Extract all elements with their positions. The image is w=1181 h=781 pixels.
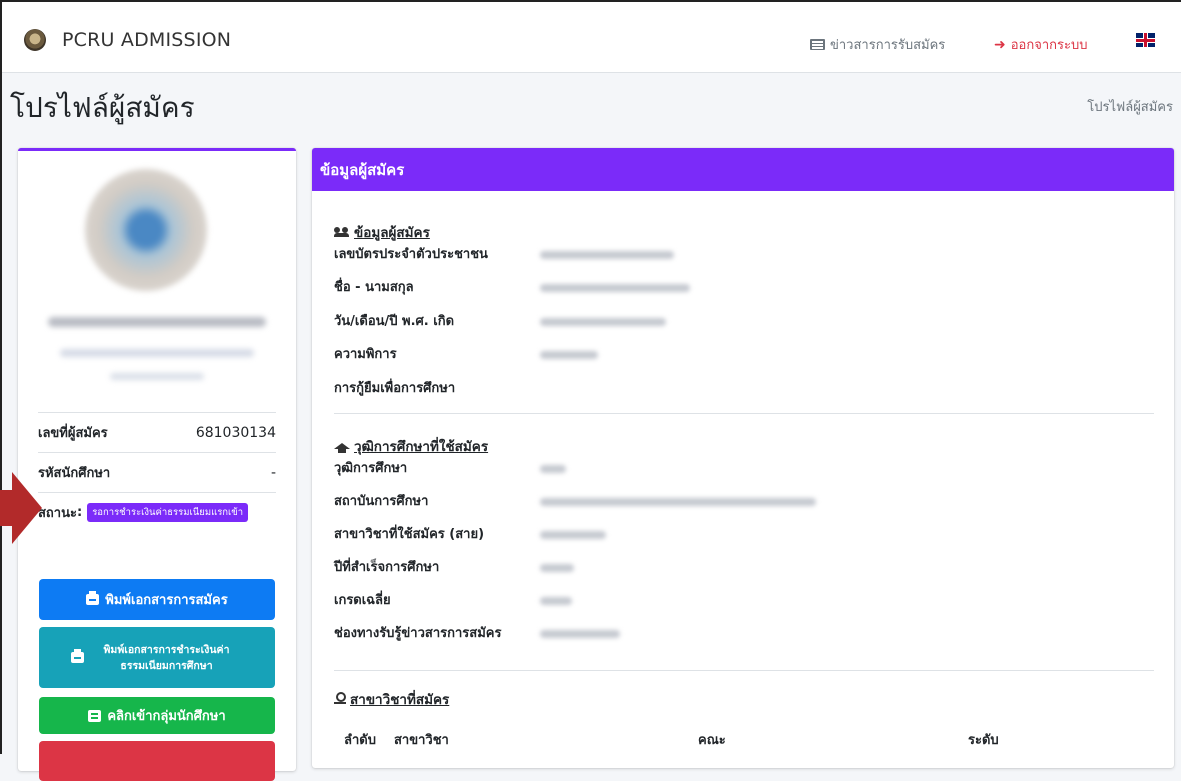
card-header: ข้อมูลผู้สมัคร (312, 148, 1174, 191)
field-label: ชื่อ - นามสกุล (334, 280, 414, 295)
status-label: สถานะ (38, 506, 77, 521)
blurred-value (540, 531, 606, 539)
field-label: ปีที่สำเร็จการศึกษา (334, 560, 440, 575)
join-student-group-label: คลิกเข้ากลุ่มนักศึกษา (107, 709, 226, 724)
print-application-label: พิมพ์เอกสารการสมัคร (105, 593, 228, 608)
newspaper-icon (810, 39, 825, 50)
column-header-major: สาขาวิชา (394, 733, 449, 748)
field-label: วัน/เดือน/ปี พ.ศ. เกิด (334, 314, 455, 329)
blurred-applicant-detail (60, 349, 254, 357)
status-badge: รอการชำระเงินค่าธรรมเนียมแรกเข้า (87, 503, 249, 522)
graduation-cap-icon (334, 443, 350, 453)
frame-border-left (0, 0, 2, 754)
printer-icon (86, 591, 100, 605)
join-student-group-button[interactable]: คลิกเข้ากลุ่มนักศึกษา (39, 697, 275, 734)
blurred-value (540, 351, 598, 359)
applicant-section-title: ข้อมูลผู้สมัคร (334, 221, 430, 243)
chat-icon (88, 709, 102, 722)
top-navbar: PCRU ADMISSION ข่าวสารการรับสมัคร ➜ ออกจ… (2, 2, 1181, 73)
applicant-number-row: เลขที่ผู้สมัคร 681030134 (38, 412, 276, 452)
education-section-title: วุฒิการศึกษาที่ใช้สมัคร (334, 435, 488, 457)
field-label: การกู้ยืมเพื่อการศึกษา (334, 381, 456, 396)
print-payment-label: พิมพ์เอกสารการชำระเงินค่าธรรมเนียมการศึก… (103, 643, 230, 672)
applicant-number-label: เลขที่ผู้สมัคร (38, 426, 108, 441)
blurred-value (540, 597, 572, 605)
field-label: สาขาวิชาที่ใช้สมัคร (สาย) (334, 527, 485, 542)
status-row: สถานะ : รอการชำระเงินค่าธรรมเนียมแรกเข้า (38, 492, 276, 532)
column-header-order: ลำดับ (344, 733, 376, 748)
news-link-label: ข่าวสารการรับสมัคร (830, 38, 946, 53)
student-id-label: รหัสนักศึกษา (38, 466, 111, 481)
news-link[interactable]: ข่าวสารการรับสมัคร (810, 34, 945, 55)
blurred-value (540, 284, 690, 292)
blurred-value (540, 465, 566, 473)
red-action-button[interactable] (39, 741, 275, 781)
column-header-level: ระดับ (968, 733, 999, 748)
university-logo-icon[interactable] (24, 29, 46, 51)
profile-card: เลขที่ผู้สมัคร 681030134 รหัสนักศึกษา - … (18, 148, 296, 781)
print-payment-button[interactable]: พิมพ์เอกสารการชำระเงินค่าธรรมเนียมการศึก… (39, 627, 275, 688)
printer-icon (71, 649, 84, 663)
person-icon (334, 692, 346, 706)
field-label: เกรดเฉลี่ย (334, 593, 391, 608)
annotation-arrow-body (0, 490, 12, 526)
blurred-value (540, 564, 574, 572)
blurred-value (540, 630, 620, 638)
divider (334, 670, 1154, 671)
blurred-value (540, 318, 666, 326)
users-icon (334, 227, 350, 237)
brand-title[interactable]: PCRU ADMISSION (62, 29, 231, 51)
blurred-value (540, 498, 816, 506)
annotation-arrow-head (12, 472, 42, 544)
divider (334, 413, 1154, 414)
print-application-button[interactable]: พิมพ์เอกสารการสมัคร (39, 579, 275, 620)
blurred-applicant-name (48, 317, 266, 327)
sign-out-icon: ➜ (994, 36, 1006, 53)
field-label: ช่องทางรับรู้ข่าวสารการสมัคร (334, 626, 502, 641)
student-id-row: รหัสนักศึกษา - (38, 452, 276, 492)
uk-flag-icon[interactable] (1136, 33, 1155, 47)
column-header-faculty: คณะ (698, 733, 726, 748)
student-id-value: - (270, 464, 276, 481)
logout-link[interactable]: ➜ ออกจากระบบ (994, 34, 1087, 55)
field-label: สถาบันการศึกษา (334, 494, 429, 509)
blurred-applicant-detail (110, 373, 204, 380)
page-title: โปรไฟล์ผู้สมัคร (10, 91, 195, 124)
logout-link-label: ออกจากระบบ (1010, 38, 1088, 53)
field-label: เลขบัตรประจำตัวประชาชน (334, 247, 488, 262)
profile-info-list: เลขที่ผู้สมัคร 681030134 รหัสนักศึกษา - … (38, 412, 276, 532)
applicant-number-value: 681030134 (195, 424, 276, 441)
breadcrumb[interactable]: โปรไฟล์ผู้สมัคร (1087, 96, 1173, 117)
blurred-value (540, 251, 674, 259)
field-label: วุฒิการศึกษา (334, 461, 408, 476)
field-label: ความพิการ (334, 347, 397, 362)
major-section-title: สาขาวิชาที่สมัคร (334, 688, 449, 710)
avatar (85, 169, 207, 291)
applicant-info-card: ข้อมูลผู้สมัคร ข้อมูลผู้สมัคร เลขบัตรประ… (312, 148, 1174, 768)
